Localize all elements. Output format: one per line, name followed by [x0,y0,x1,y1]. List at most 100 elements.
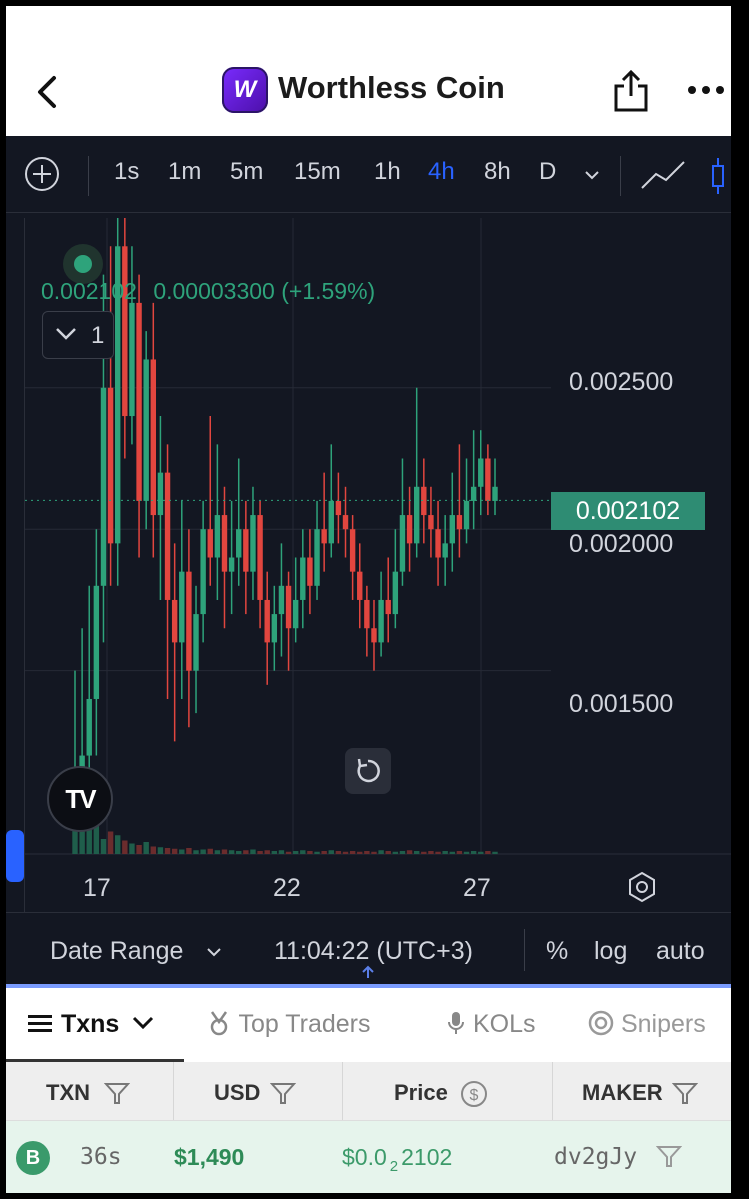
filter-icon[interactable] [270,1082,296,1106]
x-axis-label: 17 [83,874,111,902]
filter-icon[interactable] [672,1082,698,1106]
log-toggle[interactable]: log [594,937,627,966]
volume-bar [485,851,491,854]
volume-bar [100,839,107,854]
candle-body [214,515,221,558]
legend-price: 0.002102 [41,278,137,304]
svg-text:$: $ [470,1087,479,1104]
date-range-button[interactable]: Date Range [50,937,183,966]
volume-bar [214,850,221,854]
volume-bar [428,851,434,854]
candlestick-icon[interactable] [710,156,726,196]
candle-body [193,614,199,671]
divider [524,929,525,971]
volume-bar [193,850,199,854]
volume-bar [200,849,206,854]
current-price-tag: 0.002102 [551,492,705,530]
volume-bar [378,850,384,854]
timeframe-4h[interactable]: 4h [428,158,455,186]
candle-body [385,599,391,615]
table-row[interactable]: B 36s $1,490 $0.0 2 2102 dv2gJy [6,1121,731,1193]
tab-snipers[interactable]: Snipers [588,1010,706,1039]
volume-bar [349,851,356,854]
candle-body [186,571,192,671]
candle-body [392,571,399,615]
price-chart[interactable]: 0.002102 0.00003300 (+1.59%) 1 0.002102 … [24,218,731,912]
divider [342,1062,343,1120]
volume-bar [321,851,327,854]
line-chart-icon[interactable] [640,158,688,192]
candle-body [435,529,441,558]
collapse-legend-button[interactable]: 1 [42,311,114,359]
more-icon[interactable] [686,80,726,100]
candle-body [143,359,149,501]
tab-kols[interactable]: KOLs [446,1010,535,1039]
volume-bar [150,846,157,854]
add-indicator-icon[interactable] [24,156,60,192]
txn-maker[interactable]: dv2gJy [554,1144,637,1170]
candle-body [221,515,228,572]
candlestick-chart[interactable] [25,218,731,912]
txn-age: 36s [80,1144,122,1170]
reset-icon [357,758,380,783]
timeframe-15m[interactable]: 15m [294,158,341,186]
volume-bar [122,840,128,854]
timeframe-1h[interactable]: 1h [374,158,401,186]
candle-body [264,599,270,643]
volume-bar [136,845,142,854]
timeframe-1s[interactable]: 1s [114,158,139,186]
volume-bar [179,849,185,854]
volume-bar [406,850,413,854]
volume-bar [207,848,213,854]
volume-bar [470,851,477,854]
volume-bar [228,850,235,854]
reset-chart-button[interactable] [345,748,391,794]
microphone-icon [448,1012,464,1034]
side-panel-handle[interactable] [6,830,24,882]
timeframe-5m[interactable]: 5m [230,158,263,186]
volume-bar [492,851,498,854]
percent-toggle[interactable]: % [546,937,568,966]
volume-bar [157,847,164,854]
volume-bar [292,851,299,854]
tab-top-traders[interactable]: Top Traders [206,1010,371,1039]
back-icon[interactable] [32,72,62,112]
timeframe-1m[interactable]: 1m [168,158,201,186]
app-frame: W Worthless Coin 1s 1m 5m 15m 1h 4h 8h D [6,6,731,1193]
chevron-down-icon [133,1016,154,1030]
auto-toggle[interactable]: auto [656,937,705,966]
buy-badge: B [16,1141,50,1175]
candle-body [179,571,185,643]
chart-settings-icon[interactable] [625,870,659,904]
tab-txns[interactable]: Txns [28,1010,154,1039]
price-legend: 0.002102 0.00003300 (+1.59%) [41,278,385,305]
timeframe-8h[interactable]: 8h [484,158,511,186]
share-icon[interactable] [612,68,650,114]
chevron-down-icon[interactable] [584,169,600,181]
dollar-circle-icon[interactable]: $ [460,1080,488,1108]
candle-body [492,486,498,501]
y-axis-label: 0.001500 [569,690,674,718]
candle-body [257,515,263,600]
volume-bar [342,851,349,854]
volume-bar [221,849,228,854]
candle-body [463,500,470,530]
volume-bar [357,851,363,854]
timeframe-d[interactable]: D [539,158,556,186]
candle-body [364,599,370,629]
candle-body [357,571,363,600]
candle-body [285,585,292,629]
volume-bar [264,850,270,854]
volume-bar [421,851,427,854]
volume-bar [257,851,263,854]
filter-icon[interactable] [104,1082,130,1106]
volume-bar [413,851,420,854]
tradingview-logo[interactable]: TV [47,766,113,832]
txn-usd: $1,490 [174,1144,245,1170]
candle-body [129,302,135,417]
divider [173,1062,174,1120]
volume-bar [449,851,455,854]
divider [620,156,621,196]
chevron-down-icon[interactable] [206,947,222,957]
filter-icon[interactable] [656,1145,682,1169]
